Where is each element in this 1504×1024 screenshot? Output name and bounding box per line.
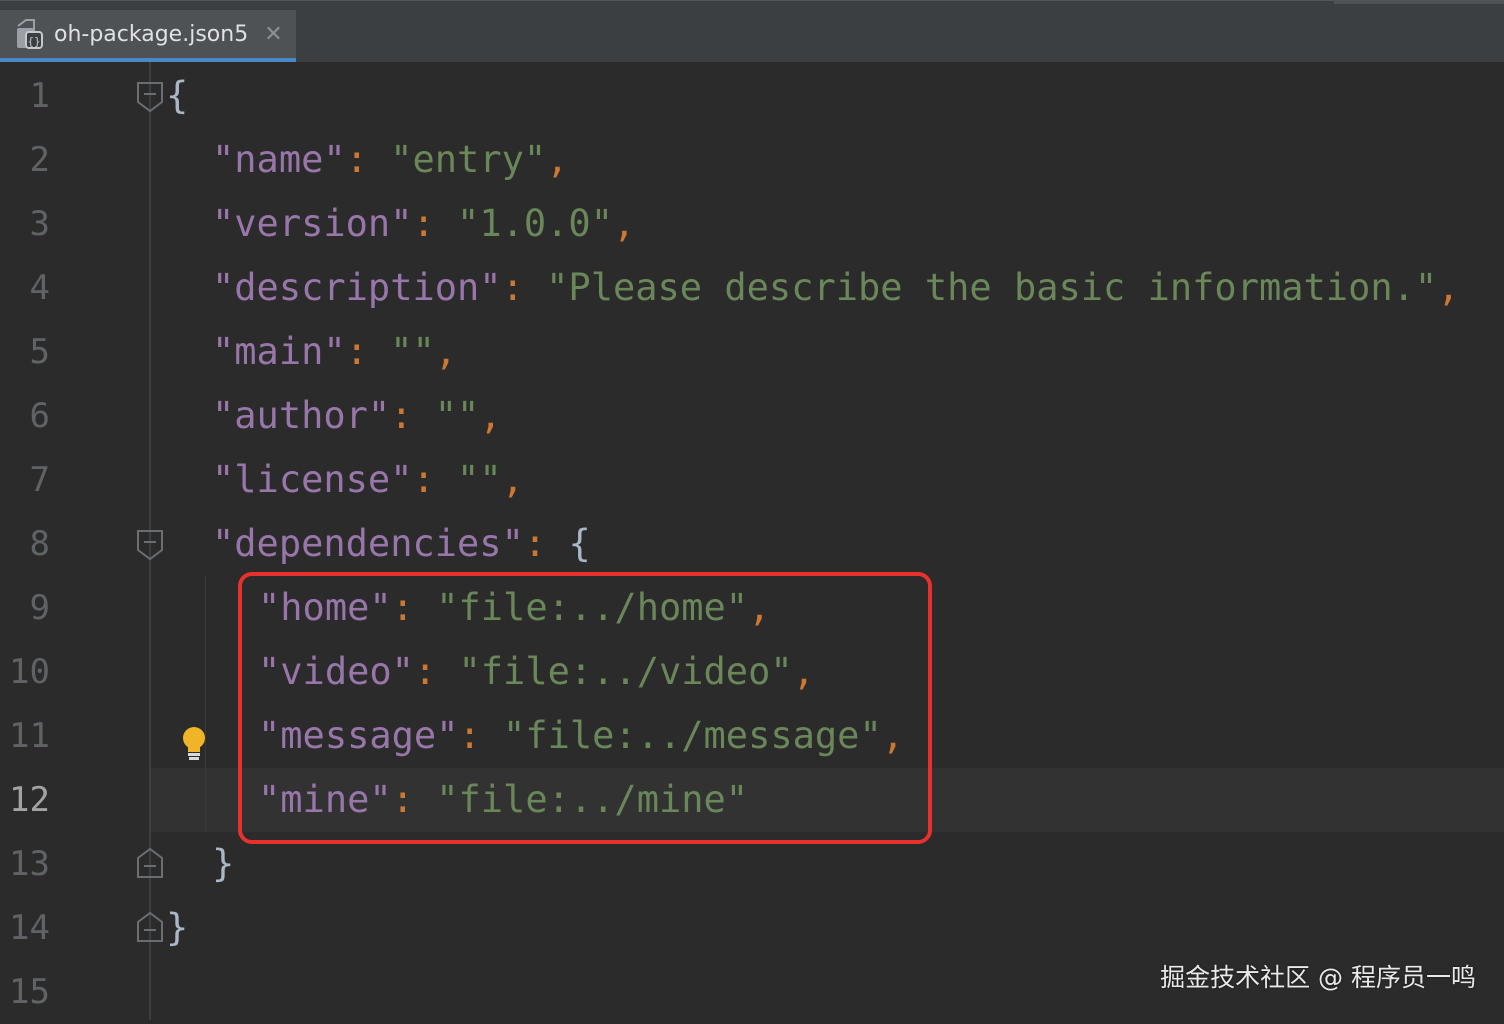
line-number: 4 [29, 268, 50, 308]
code-text: "name": "entry", [212, 138, 569, 181]
code-text: "version": "1.0.0", [212, 202, 636, 245]
code-editor[interactable]: 1 { 2 "name": "entry", 3 "version": "1.0… [0, 62, 1504, 1020]
line-number: 5 [29, 332, 50, 372]
svg-text:{}: {} [27, 35, 40, 48]
line-number: 14 [9, 908, 50, 948]
code-line[interactable]: 5 "main": "", [0, 320, 1504, 384]
line-number: 12 [9, 780, 50, 820]
tab-close-icon[interactable]: ✕ [264, 22, 282, 47]
line-number: 11 [9, 716, 50, 756]
line-number: 6 [29, 396, 50, 436]
code-text: "main": "", [212, 330, 458, 373]
code-line[interactable]: 8 "dependencies": { [0, 512, 1504, 576]
code-text: } [212, 842, 235, 885]
code-line[interactable]: 1 { [0, 64, 1504, 128]
line-number: 2 [29, 140, 50, 180]
line-number: 7 [29, 460, 50, 500]
highlight-box-dependencies [238, 572, 932, 844]
editor-tab-bar: {} oh-package.json5 ✕ [0, 0, 1504, 63]
code-line[interactable]: 7 "license": "", [0, 448, 1504, 512]
tab-label: oh-package.json5 [54, 21, 249, 47]
code-text: } [166, 906, 189, 949]
tab-oh-package-json5[interactable]: {} oh-package.json5 ✕ [0, 10, 296, 63]
code-text: "description": "Please describe the basi… [212, 266, 1460, 309]
code-line[interactable]: 6 "author": "", [0, 384, 1504, 448]
code-line[interactable]: 3 "version": "1.0.0", [0, 192, 1504, 256]
watermark-text: 掘金技术社区 @ 程序员一鸣 [1160, 963, 1476, 992]
lightbulb-icon[interactable] [180, 726, 208, 762]
fold-close-icon[interactable] [137, 912, 163, 942]
code-text: { [166, 74, 189, 117]
fold-close-icon[interactable] [137, 848, 163, 878]
fold-open-icon[interactable] [137, 82, 163, 112]
code-text: "dependencies": { [212, 522, 591, 565]
line-number: 13 [9, 844, 50, 884]
line-number: 9 [29, 588, 50, 628]
line-number: 3 [29, 204, 50, 244]
line-number: 10 [9, 652, 50, 692]
code-line[interactable]: 14 } [0, 896, 1504, 960]
code-line[interactable]: 2 "name": "entry", [0, 128, 1504, 192]
line-number: 15 [9, 972, 50, 1012]
line-number: 1 [29, 76, 50, 116]
json-file-icon: {} [14, 18, 44, 50]
code-line[interactable]: 4 "description": "Please describe the ba… [0, 256, 1504, 320]
code-text: "author": "", [212, 394, 502, 437]
tab-bar-strip [1334, 1, 1504, 4]
line-number: 8 [29, 524, 50, 564]
fold-open-icon[interactable] [137, 530, 163, 560]
code-text: "license": "", [212, 458, 524, 501]
